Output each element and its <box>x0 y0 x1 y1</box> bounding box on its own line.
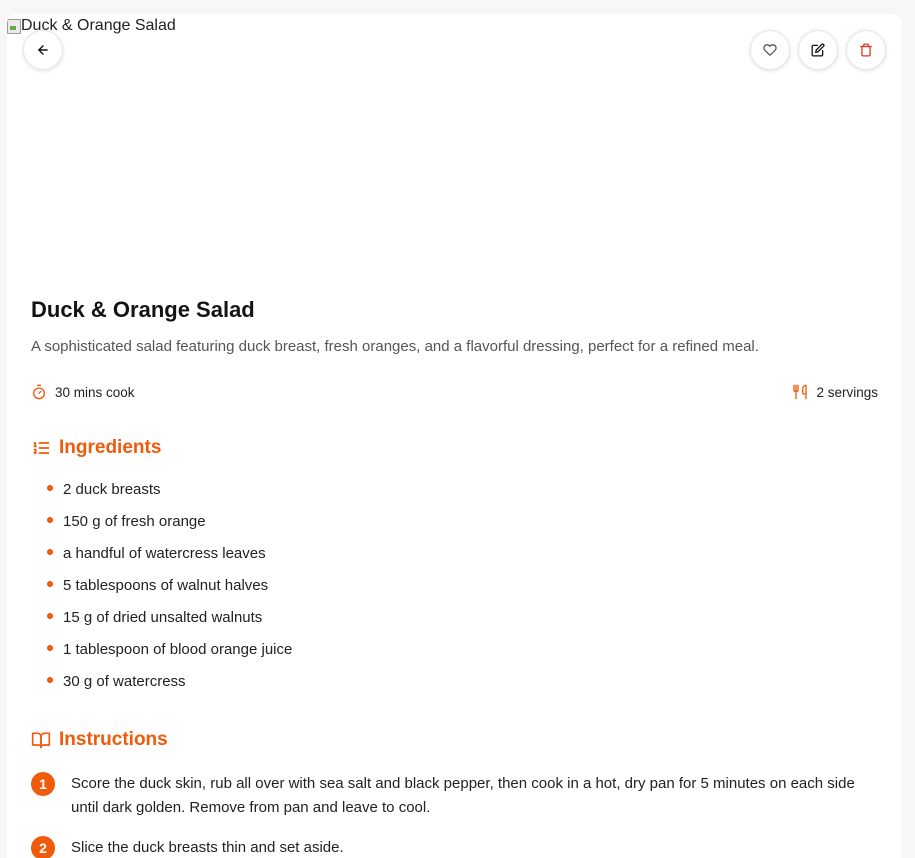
ingredient-text: 2 duck breasts <box>63 481 161 498</box>
servings: 2 servings <box>792 384 878 400</box>
delete-button[interactable] <box>846 30 886 70</box>
instructions-heading: Instructions <box>31 729 168 751</box>
servings-label: 2 servings <box>816 384 878 400</box>
step-text: Slice the duck breasts thin and set asid… <box>71 839 344 856</box>
ingredient-text: 30 g of watercress <box>63 673 186 690</box>
arrow-left-icon <box>38 45 48 55</box>
ingredient-item: 30 g of watercress <box>47 672 292 704</box>
ingredient-text: 1 tablespoon of blood orange juice <box>63 641 293 658</box>
edit-icon <box>811 43 825 57</box>
ingredient-item: 5 tablespoons of walnut halves <box>47 576 292 608</box>
cook-time: 30 mins cook <box>31 384 135 400</box>
back-button[interactable] <box>23 30 63 70</box>
ingredient-item: 2 duck breasts <box>47 480 292 512</box>
instructions-list: 1 Score the duck skin, rub all over with… <box>31 772 861 858</box>
instructions-heading-label: Instructions <box>59 729 168 750</box>
step-number: 1 <box>31 772 55 796</box>
recipe-description: A sophisticated salad featuring duck bre… <box>31 338 759 355</box>
step-text: Score the duck skin, rub all over with s… <box>71 775 855 816</box>
ingredient-item: 15 g of dried unsalted walnuts <box>47 608 292 640</box>
edit-button[interactable] <box>798 30 838 70</box>
ingredient-text: 15 g of dried unsalted walnuts <box>63 609 263 626</box>
favorite-button[interactable] <box>750 30 790 70</box>
bullet-icon <box>47 549 53 555</box>
ingredient-text: 150 g of fresh orange <box>63 513 206 530</box>
bullet-icon <box>47 517 53 523</box>
book-open-icon <box>31 730 51 750</box>
bullet-icon <box>47 485 53 491</box>
step-number: 2 <box>31 836 55 858</box>
utensils-icon <box>792 384 808 400</box>
recipe-card: Duck & Orange Salad Duck & Orange Salad … <box>7 14 902 858</box>
ingredient-item: 150 g of fresh orange <box>47 512 292 544</box>
instruction-step: 1 Score the duck skin, rub all over with… <box>31 772 861 820</box>
ingredient-item: 1 tablespoon of blood orange juice <box>47 640 292 672</box>
ingredients-heading-label: Ingredients <box>59 437 162 458</box>
bullet-icon <box>47 645 53 651</box>
cook-time-label: 30 mins cook <box>55 384 135 400</box>
recipe-title: Duck & Orange Salad <box>31 297 255 322</box>
instruction-step: 2 Slice the duck breasts thin and set as… <box>31 836 861 858</box>
bullet-icon <box>47 613 53 619</box>
timer-icon <box>31 384 47 400</box>
bullet-icon <box>47 677 53 683</box>
ingredients-list: 2 duck breasts 150 g of fresh orange a h… <box>47 480 292 704</box>
ingredient-item: a handful of watercress leaves <box>47 544 292 576</box>
ingredient-text: 5 tablespoons of walnut halves <box>63 577 269 594</box>
ingredient-text: a handful of watercress leaves <box>63 545 266 562</box>
broken-image-icon <box>7 18 21 34</box>
heart-icon <box>763 44 777 56</box>
bullet-icon <box>47 581 53 587</box>
trash-icon <box>860 43 872 57</box>
ingredients-heading: Ingredients <box>31 437 161 459</box>
list-ordered-icon <box>31 438 51 458</box>
